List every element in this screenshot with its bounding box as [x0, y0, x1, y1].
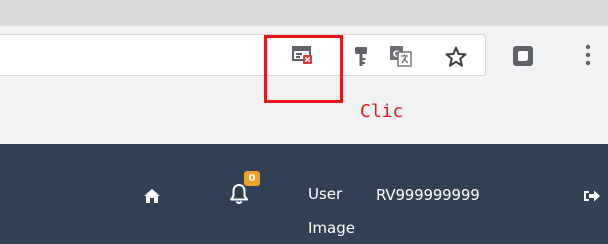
annotation-label: Clic: [360, 101, 404, 122]
star-icon[interactable]: [445, 46, 467, 68]
logout-icon[interactable]: [583, 188, 601, 204]
user-label: User: [308, 185, 343, 203]
extension-icon[interactable]: [512, 45, 534, 67]
highlight-box: [264, 35, 343, 103]
notification-badge: 0: [244, 171, 260, 186]
home-icon[interactable]: [143, 188, 161, 204]
kebab-menu-icon[interactable]: [584, 43, 592, 67]
toolbar-spacer: [0, 118, 608, 144]
address-bar[interactable]: [0, 34, 486, 76]
key-icon[interactable]: [353, 46, 369, 68]
translate-icon[interactable]: G: [389, 45, 413, 67]
user-id[interactable]: RV999999999: [376, 186, 480, 204]
user-image-label: Image: [308, 219, 355, 237]
app-navbar: [0, 144, 608, 244]
bell-icon[interactable]: [229, 183, 249, 205]
browser-tab-strip: [0, 0, 608, 26]
